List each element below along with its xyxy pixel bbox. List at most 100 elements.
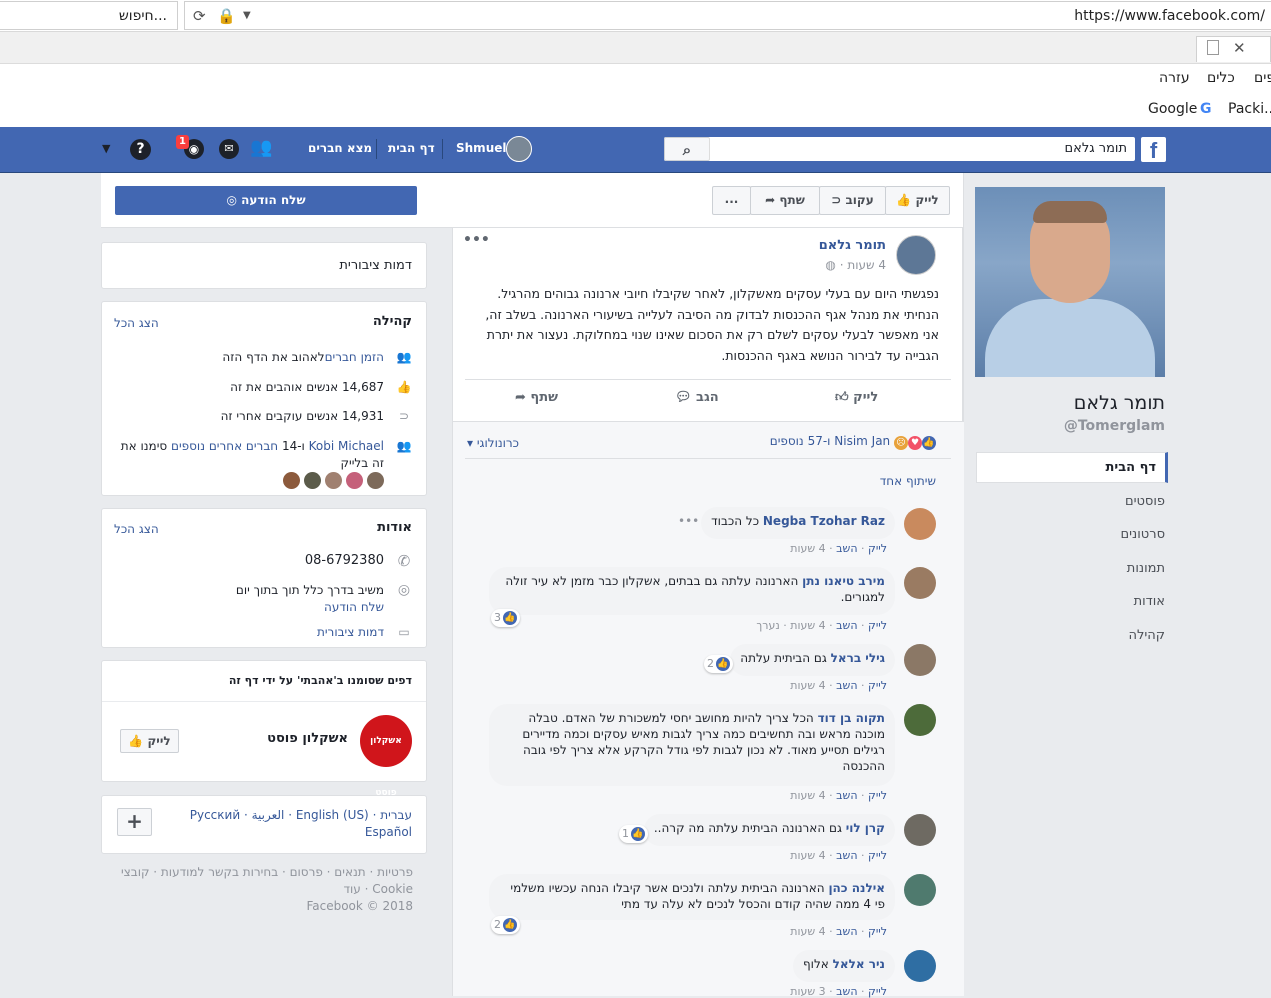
comment-like-link[interactable]: לייק: [868, 849, 887, 862]
comment-like-count[interactable]: 1 👍: [619, 825, 648, 843]
liked-page-name[interactable]: אשקלון פוסט: [267, 731, 348, 746]
find-friends-link[interactable]: מצא חברים: [308, 141, 372, 155]
close-tab-icon[interactable]: ✕: [1233, 39, 1246, 57]
browser-tab[interactable]: ✕: [1196, 36, 1271, 62]
commenter-avatar[interactable]: [904, 814, 936, 846]
profile-photo[interactable]: [975, 187, 1165, 377]
comment-like-link[interactable]: לייק: [868, 985, 887, 998]
friend-avatar[interactable]: [304, 472, 321, 489]
comment-time[interactable]: 4 שעות: [790, 679, 825, 692]
follow-button[interactable]: ⊃ עקוב: [819, 186, 886, 215]
category-label[interactable]: דמות ציבורית: [339, 258, 412, 273]
about-category-link[interactable]: דמות ציבורית: [317, 625, 384, 639]
comment-time[interactable]: 4 שעות: [790, 542, 825, 555]
shares-count-link[interactable]: שיתוף אחד: [880, 474, 936, 488]
commenter-name[interactable]: ניר אלאל: [833, 957, 885, 971]
home-link[interactable]: דף הבית: [388, 141, 435, 155]
post-comment-button[interactable]: 💬︎ הגב: [675, 390, 719, 405]
comment-reply-link[interactable]: השב: [836, 985, 857, 998]
community-see-all[interactable]: הצג הכל: [114, 316, 159, 330]
comment-like-count[interactable]: 3 👍: [491, 609, 520, 627]
nav-community[interactable]: קהילה: [1128, 628, 1165, 643]
menu-item-help[interactable]: עזרה: [1159, 70, 1190, 86]
like-page-button[interactable]: 👍 לייק: [885, 186, 950, 215]
edited-label[interactable]: נערך: [756, 619, 779, 632]
avatar[interactable]: [506, 136, 532, 162]
browser-search-input[interactable]: חיפוש...: [0, 1, 178, 30]
comment-time[interactable]: 4 שעות: [790, 619, 825, 632]
facebook-logo-icon[interactable]: f: [1141, 137, 1166, 163]
community-title[interactable]: קהילה: [373, 314, 412, 329]
post-options-icon[interactable]: •••: [463, 232, 490, 248]
comment-like-link[interactable]: לייק: [868, 679, 887, 692]
comment-like-link[interactable]: לייק: [868, 925, 887, 938]
about-send-message-link[interactable]: שלח הודעה: [324, 600, 384, 614]
help-icon[interactable]: ?: [130, 139, 151, 160]
comment-reply-link[interactable]: השב: [836, 789, 857, 802]
friend-name-link[interactable]: Kobi Michael: [309, 439, 384, 453]
friend-avatar[interactable]: [283, 472, 300, 489]
ashkelon-post-logo[interactable]: אשקלון פוסט: [360, 715, 412, 798]
favorite-google[interactable]: Google: [1148, 101, 1197, 117]
comment-time[interactable]: 3 שעות: [790, 985, 825, 998]
comment-time[interactable]: 4 שעות: [790, 925, 825, 938]
commenter-name[interactable]: מירב טיאנו נתן: [802, 574, 885, 588]
commenter-name[interactable]: אילנה כהן: [828, 881, 885, 895]
comment-options-icon[interactable]: •••: [678, 514, 699, 528]
footer-cookie[interactable]: Cookie · עוד: [343, 882, 413, 896]
sort-dropdown[interactable]: ▾ כרונולוגי: [467, 436, 519, 450]
post-like-button[interactable]: 👍︎ לייק: [835, 390, 878, 405]
friend-avatar[interactable]: [367, 472, 384, 489]
comment-reply-link[interactable]: השב: [836, 542, 857, 555]
comment-reply-link[interactable]: השב: [836, 679, 857, 692]
commenter-avatar[interactable]: [904, 874, 936, 906]
commenter-name[interactable]: Negba Tzohar Raz: [763, 514, 885, 528]
fb-search-input[interactable]: תומר גלאם ⌕: [664, 137, 1135, 161]
comment-like-link[interactable]: לייק: [868, 542, 887, 555]
commenter-avatar[interactable]: [904, 644, 936, 676]
post-timestamp[interactable]: 4 שעות · ◍: [825, 258, 886, 272]
reactions-summary[interactable]: 👍♥☹ Nisim Jan ו-57 נוספים: [770, 434, 936, 450]
post-share-button[interactable]: ➦ שתף: [515, 390, 558, 405]
send-message-button[interactable]: ◎ שלח הודעה: [115, 186, 417, 215]
share-page-button[interactable]: ➦ שתף: [750, 186, 820, 215]
nav-home-active[interactable]: דף הבית: [976, 452, 1168, 483]
user-name-link[interactable]: Shmuel: [456, 141, 506, 155]
about-title[interactable]: אודות: [377, 520, 412, 535]
commenter-avatar[interactable]: [904, 508, 936, 540]
commenter-avatar[interactable]: [904, 704, 936, 736]
friend-requests-icon[interactable]: 👥: [250, 137, 272, 158]
comment-like-link[interactable]: לייק: [868, 789, 887, 802]
more-options-button[interactable]: ...: [712, 186, 751, 215]
dropdown-icon[interactable]: ▼: [243, 10, 251, 21]
comment-like-link[interactable]: לייק: [868, 619, 887, 632]
comment-reply-link[interactable]: השב: [836, 925, 857, 938]
comment-reply-link[interactable]: השב: [836, 619, 857, 632]
refresh-icon[interactable]: ⟳: [193, 7, 206, 25]
invite-friends-link[interactable]: הזמן חברים: [325, 350, 384, 364]
search-icon[interactable]: ⌕: [664, 137, 710, 161]
profile-username[interactable]: @Tomerglam: [1064, 418, 1165, 434]
liked-page-like-button[interactable]: 👍 לייק: [120, 729, 179, 753]
account-menu-icon[interactable]: ▼: [102, 142, 110, 155]
comment-like-count[interactable]: 2 👍: [491, 916, 520, 934]
commenter-avatar[interactable]: [904, 950, 936, 982]
nav-posts[interactable]: פוסטים: [1125, 494, 1165, 509]
comment-like-count[interactable]: 2 👍: [704, 655, 733, 673]
language-list[interactable]: עברית · English (US) · العربية · Русский: [190, 808, 412, 822]
post-author-avatar[interactable]: [896, 235, 936, 275]
favorite-packi[interactable]: Packi...: [1228, 101, 1271, 117]
menu-item-tools[interactable]: כלים: [1207, 70, 1235, 86]
menu-item-favorites[interactable]: פים: [1254, 70, 1271, 86]
comment-time[interactable]: 4 שעות: [790, 789, 825, 802]
language-es[interactable]: Español: [365, 825, 412, 839]
comment-time[interactable]: 4 שעות: [790, 849, 825, 862]
commenter-name[interactable]: קרן לוי: [846, 821, 885, 835]
other-friends-link[interactable]: חברים אחרים נוספים: [171, 439, 278, 453]
commenter-name[interactable]: גילי בראל: [831, 651, 885, 665]
nav-about[interactable]: אודות: [1134, 594, 1165, 609]
add-language-button[interactable]: +: [117, 808, 152, 836]
friend-avatar[interactable]: [325, 472, 342, 489]
nav-photos[interactable]: תמונות: [1127, 561, 1165, 576]
friend-avatar[interactable]: [346, 472, 363, 489]
